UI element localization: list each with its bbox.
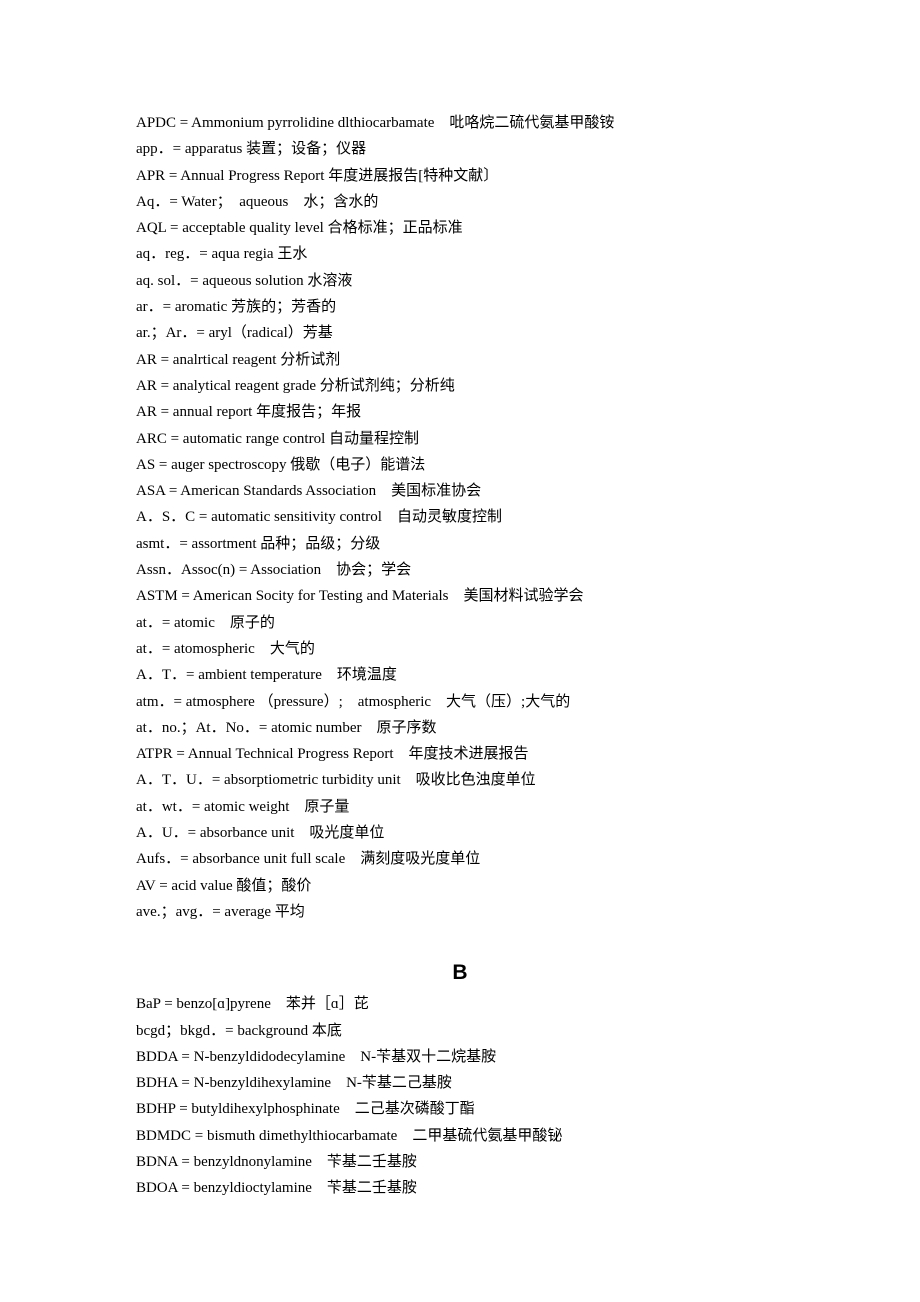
section-b: BaP = benzo[ɑ]pyrene 苯并［ɑ］芘 bcgd；bkgd．= b… xyxy=(136,991,786,1201)
glossary-entry: aq．reg．= aqua regia 王水 xyxy=(136,246,308,263)
glossary-entry: BDDA = N-benzyldidodecylamine N-苄基双十二烷基胺 xyxy=(136,1048,497,1065)
glossary-entry: Aq．= Water； aqueous 水；含水的 xyxy=(136,193,379,210)
glossary-entry: ar．= aromatic 芳族的；芳香的 xyxy=(136,299,337,316)
glossary-entry: APDC = Ammonium pyrrolidine dlthiocarbam… xyxy=(136,115,615,131)
glossary-entry: BaP = benzo[ɑ]pyrene 苯并［ɑ］芘 xyxy=(136,996,369,1013)
glossary-entry: ATPR = Annual Technical Progress Report … xyxy=(136,746,529,763)
glossary-page: APDC = Ammonium pyrrolidine dlthiocarbam… xyxy=(136,110,786,1202)
glossary-entry: A．T．= ambient temperature 环境温度 xyxy=(136,667,397,684)
glossary-entry: ASTM = American Socity for Testing and M… xyxy=(136,588,584,605)
glossary-entry: AV = acid value 酸值；酸价 xyxy=(136,877,312,894)
glossary-entry: BDMDC = bismuth dimethylthiocarbamate 二甲… xyxy=(136,1127,563,1144)
glossary-entry: BDHP = butyldihexylphosphinate 二己基次磷酸丁酯 xyxy=(136,1101,475,1118)
glossary-entry: A．U．= absorbance unit 吸光度单位 xyxy=(136,825,385,842)
glossary-entry: Aufs．= absorbance unit full scale 满刻度吸光度… xyxy=(136,851,481,868)
glossary-entry: atm．= atmosphere （pressure）; atmospheric… xyxy=(136,693,571,710)
glossary-entry: AR = analrtical reagent 分析试剂 xyxy=(136,351,341,368)
glossary-entry: APR = Annual Progress Report 年度进展报告[特种文献… xyxy=(136,167,499,184)
glossary-entry: at．no.；At．No．= atomic number 原子序数 xyxy=(136,719,437,736)
glossary-entry: ar.；Ar．= aryl（radical）芳基 xyxy=(136,325,333,342)
glossary-entry: bcgd；bkgd．= background 本底 xyxy=(136,1022,342,1039)
section-a: APDC = Ammonium pyrrolidine dlthiocarbam… xyxy=(136,110,786,925)
glossary-entry: app．= apparatus 装置；设备；仪器 xyxy=(136,141,367,158)
glossary-entry: AS = auger spectroscopy 俄歇（电子）能谱法 xyxy=(136,456,426,473)
glossary-entry: Assn．Assoc(n) = Association 协会；学会 xyxy=(136,562,412,579)
glossary-entry: ave.；avg．= average 平均 xyxy=(136,903,305,920)
glossary-entry: AQL = acceptable quality level 合格标准；正品标准 xyxy=(136,220,463,237)
glossary-entry: ARC = automatic range control 自动量程控制 xyxy=(136,430,419,447)
glossary-entry: AR = annual report 年度报告；年报 xyxy=(136,404,362,421)
glossary-entry: aq. sol．= aqueous solution 水溶液 xyxy=(136,272,353,289)
glossary-entry: BDNA = benzyldnonylamine 苄基二壬基胺 xyxy=(136,1153,417,1170)
glossary-entry: BDHA = N-benzyldihexylamine N-苄基二己基胺 xyxy=(136,1075,452,1092)
glossary-entry: asmt．= assortment 品种；品级；分级 xyxy=(136,535,381,552)
glossary-entry: AR = analytical reagent grade 分析试剂纯；分析纯 xyxy=(136,377,455,394)
glossary-entry: BDOA = benzyldioctylamine 苄基二壬基胺 xyxy=(136,1180,417,1197)
glossary-entry: at．wt．= atomic weight 原子量 xyxy=(136,798,350,815)
glossary-entry: ASA = American Standards Association 美国标… xyxy=(136,483,482,500)
glossary-entry: at．= atomic 原子的 xyxy=(136,614,275,631)
glossary-entry: at．= atomospheric 大气的 xyxy=(136,640,315,657)
glossary-entry: A．T．U．= absorptiometric turbidity unit 吸… xyxy=(136,772,536,789)
glossary-entry: A．S．C = automatic sensitivity control 自动… xyxy=(136,509,502,526)
section-heading-b: B xyxy=(452,961,468,985)
